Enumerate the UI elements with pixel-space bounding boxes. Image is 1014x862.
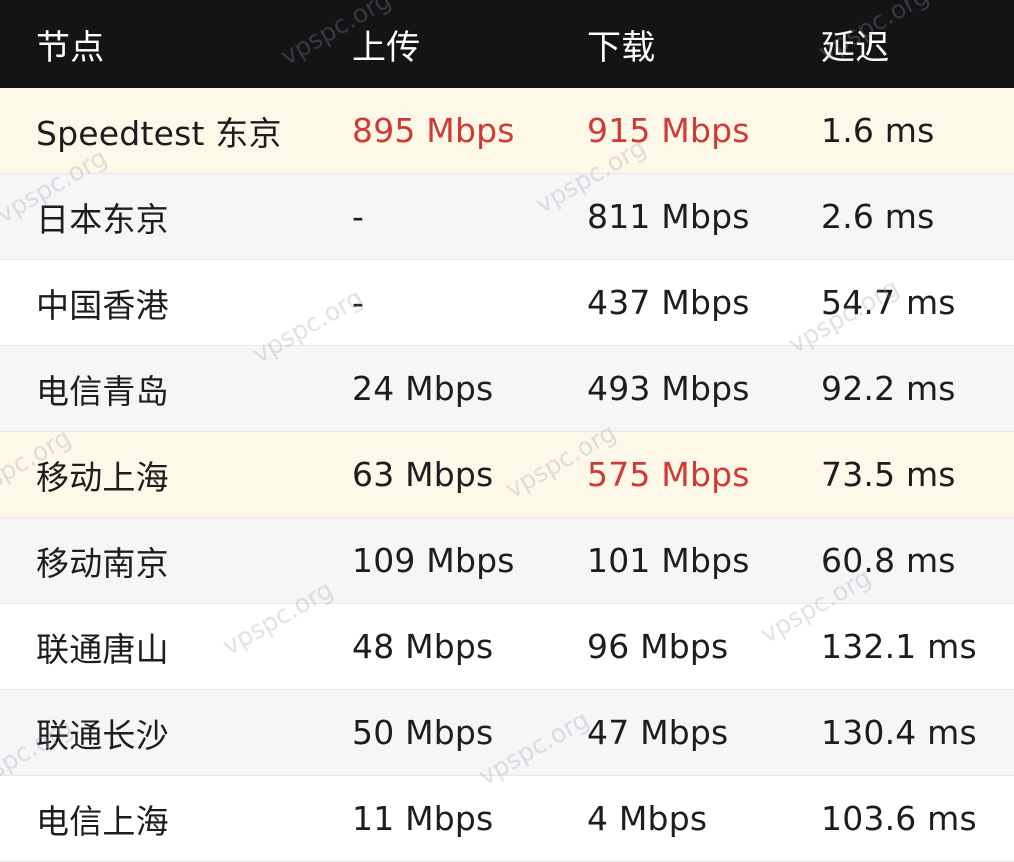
latency: 2.6 ms [821, 197, 935, 236]
node-name: 电信上海 [36, 801, 169, 841]
latency: 1.6 ms [821, 111, 935, 150]
node-name: 联通长沙 [36, 715, 169, 755]
node-name: 电信青岛 [36, 371, 169, 411]
latency: 73.5 ms [821, 455, 956, 494]
upload-speed: - [352, 197, 365, 236]
node-name: 中国香港 [36, 285, 169, 325]
table-row: 电信上海 11 Mbps 4 Mbps 103.6 ms [0, 776, 1014, 862]
download-speed: 101 Mbps [587, 541, 750, 580]
node-name: 移动南京 [36, 543, 169, 583]
download-speed: 96 Mbps [587, 627, 729, 666]
download-speed: 915 Mbps [587, 111, 750, 150]
latency: 103.6 ms [821, 799, 977, 838]
table-row: 联通唐山 48 Mbps 96 Mbps 132.1 ms [0, 604, 1014, 690]
upload-speed: - [352, 283, 365, 322]
upload-speed: 24 Mbps [352, 369, 494, 408]
download-speed: 811 Mbps [587, 197, 750, 236]
table-row: 移动上海 63 Mbps 575 Mbps 73.5 ms [0, 432, 1014, 518]
column-header-node: 节点 [36, 27, 105, 68]
upload-speed: 109 Mbps [352, 541, 515, 580]
table-row: 移动南京 109 Mbps 101 Mbps 60.8 ms [0, 518, 1014, 604]
download-speed: 437 Mbps [587, 283, 750, 322]
latency: 132.1 ms [821, 627, 977, 666]
table-row: 日本东京 - 811 Mbps 2.6 ms [0, 174, 1014, 260]
latency: 60.8 ms [821, 541, 956, 580]
table-row: 中国香港 - 437 Mbps 54.7 ms [0, 260, 1014, 346]
latency: 92.2 ms [821, 369, 956, 408]
speed-test-table: 节点 上传 下载 延迟 Speedtest 东京 895 Mbps 915 Mb… [0, 0, 1014, 862]
latency: 54.7 ms [821, 283, 956, 322]
node-name: 日本东京 [36, 199, 169, 239]
table-header: 节点 上传 下载 延迟 [0, 0, 1014, 88]
latency: 130.4 ms [821, 713, 977, 752]
download-speed: 4 Mbps [587, 799, 708, 838]
node-name: 联通唐山 [36, 629, 169, 669]
download-speed: 47 Mbps [587, 713, 729, 752]
upload-speed: 48 Mbps [352, 627, 494, 666]
upload-speed: 11 Mbps [352, 799, 494, 838]
download-speed: 575 Mbps [587, 455, 750, 494]
download-speed: 493 Mbps [587, 369, 750, 408]
upload-speed: 63 Mbps [352, 455, 494, 494]
column-header-latency: 延迟 [821, 27, 890, 68]
upload-speed: 50 Mbps [352, 713, 494, 752]
table-row: Speedtest 东京 895 Mbps 915 Mbps 1.6 ms [0, 88, 1014, 174]
upload-speed: 895 Mbps [352, 111, 515, 150]
node-name: 移动上海 [36, 457, 169, 497]
node-name: Speedtest 东京 [36, 113, 282, 153]
column-header-upload: 上传 [352, 27, 421, 68]
column-header-download: 下载 [587, 27, 656, 68]
table-row: 联通长沙 50 Mbps 47 Mbps 130.4 ms [0, 690, 1014, 776]
table-row: 电信青岛 24 Mbps 493 Mbps 92.2 ms [0, 346, 1014, 432]
